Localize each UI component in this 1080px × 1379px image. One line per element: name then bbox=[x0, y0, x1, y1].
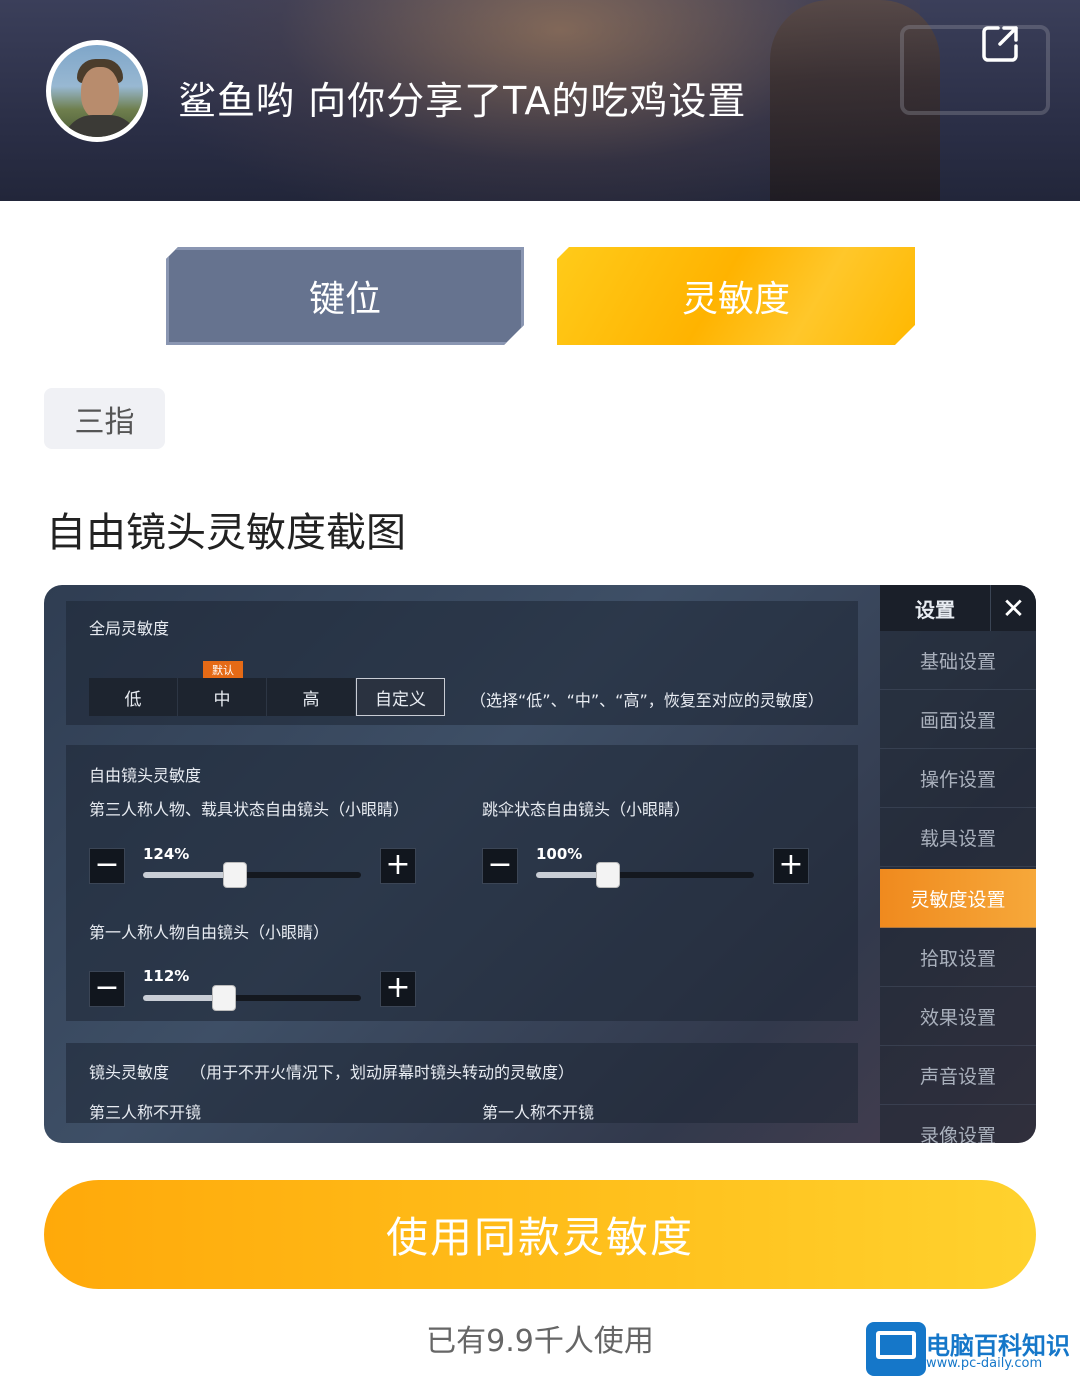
free-camera-panel: 自由镜头灵敏度 第三人称人物、载具状态自由镜头（小眼睛） 跳伞状态自由镜头（小眼… bbox=[66, 745, 858, 1021]
settings-menu-title: 设置 bbox=[880, 585, 990, 631]
first-person-no-scope-label: 第一人称不开镜 bbox=[482, 1103, 595, 1122]
third-person-no-scope-label: 第三人称不开镜 bbox=[89, 1103, 202, 1122]
menu-item: 载具设置 bbox=[880, 808, 1036, 867]
plus-button: + bbox=[380, 971, 416, 1007]
option-low: 低 bbox=[89, 678, 178, 716]
free-camera-label: 自由镜头灵敏度 bbox=[89, 766, 202, 785]
avatar[interactable] bbox=[46, 40, 148, 142]
settings-menu: 设置 ✕ 基础设置 画面设置 操作设置 载具设置 灵敏度设置 拾取设置 效果设置… bbox=[880, 585, 1036, 1143]
minus-button: − bbox=[89, 971, 125, 1007]
global-note: （选择“低”、“中”、“高”，恢复至对应的灵敏度） bbox=[470, 691, 824, 710]
slider-track bbox=[143, 985, 361, 1011]
monitor-icon bbox=[866, 1322, 926, 1376]
menu-item: 声音设置 bbox=[880, 1046, 1036, 1105]
slider-value: 100% bbox=[536, 845, 583, 863]
option-high: 高 bbox=[267, 678, 356, 716]
global-sensitivity-label: 全局灵敏度 bbox=[89, 619, 170, 638]
global-sensitivity-panel: 全局灵敏度 默认 低 中 高 自定义 （选择“低”、“中”、“高”，恢复至对应的… bbox=[66, 601, 858, 725]
close-icon: ✕ bbox=[990, 585, 1036, 631]
header-vehicle-art bbox=[900, 25, 1050, 115]
option-medium: 中 bbox=[178, 678, 267, 716]
camera-sensitivity-panel: 镜头灵敏度 （用于不开火情况下，划动屏幕时镜头转动的灵敏度） 第三人称不开镜 第… bbox=[66, 1043, 858, 1123]
plus-button: + bbox=[380, 848, 416, 884]
settings-screenshot: 全局灵敏度 默认 低 中 高 自定义 （选择“低”、“中”、“高”，恢复至对应的… bbox=[44, 585, 1036, 1143]
share-header: 鲨鱼哟 向你分享了TA的吃鸡设置 bbox=[0, 0, 1080, 201]
menu-item-active: 灵敏度设置 bbox=[880, 869, 1036, 928]
menu-item: 录像设置 bbox=[880, 1105, 1036, 1144]
menu-item: 拾取设置 bbox=[880, 928, 1036, 987]
slider-thumb bbox=[595, 862, 620, 888]
section-title: 自由镜头灵敏度截图 bbox=[46, 510, 406, 556]
option-custom: 自定义 bbox=[356, 678, 445, 716]
use-same-sensitivity-button[interactable]: 使用同款灵敏度 bbox=[44, 1180, 1036, 1289]
minus-button: − bbox=[89, 848, 125, 884]
watermark: 电脑百科知识 www.pc-daily.com bbox=[866, 1322, 1076, 1376]
default-badge: 默认 bbox=[203, 661, 243, 678]
slider-thumb bbox=[211, 985, 236, 1011]
menu-item: 基础设置 bbox=[880, 631, 1036, 690]
slider-track bbox=[536, 862, 754, 888]
mode-chip-three-finger[interactable]: 三指 bbox=[44, 388, 165, 449]
slider-value: 124% bbox=[143, 845, 190, 863]
menu-item: 效果设置 bbox=[880, 987, 1036, 1046]
minus-button: − bbox=[482, 848, 518, 884]
camera-sensitivity-label: 镜头灵敏度 bbox=[89, 1063, 170, 1082]
slider-label-parachute: 跳伞状态自由镜头（小眼睛） bbox=[482, 800, 691, 819]
camera-sensitivity-note: （用于不开火情况下，划动屏幕时镜头转动的灵敏度） bbox=[190, 1063, 575, 1082]
plus-button: + bbox=[773, 848, 809, 884]
header-title: 鲨鱼哟 向你分享了TA的吃鸡设置 bbox=[178, 79, 747, 123]
tab-sensitivity[interactable]: 灵敏度 bbox=[557, 247, 915, 345]
slider-fill bbox=[143, 872, 235, 878]
tab-keys[interactable]: 键位 bbox=[166, 247, 524, 345]
slider-track bbox=[143, 862, 361, 888]
slider-label-third-person: 第三人称人物、载具状态自由镜头（小眼睛） bbox=[89, 800, 410, 819]
watermark-url: www.pc-daily.com bbox=[926, 1356, 1043, 1371]
share-icon[interactable] bbox=[978, 22, 1022, 66]
menu-item: 操作设置 bbox=[880, 749, 1036, 808]
menu-item: 画面设置 bbox=[880, 690, 1036, 749]
slider-value: 112% bbox=[143, 967, 190, 985]
slider-thumb bbox=[222, 862, 247, 888]
slider-label-first-person: 第一人称人物自由镜头（小眼睛） bbox=[89, 923, 330, 942]
